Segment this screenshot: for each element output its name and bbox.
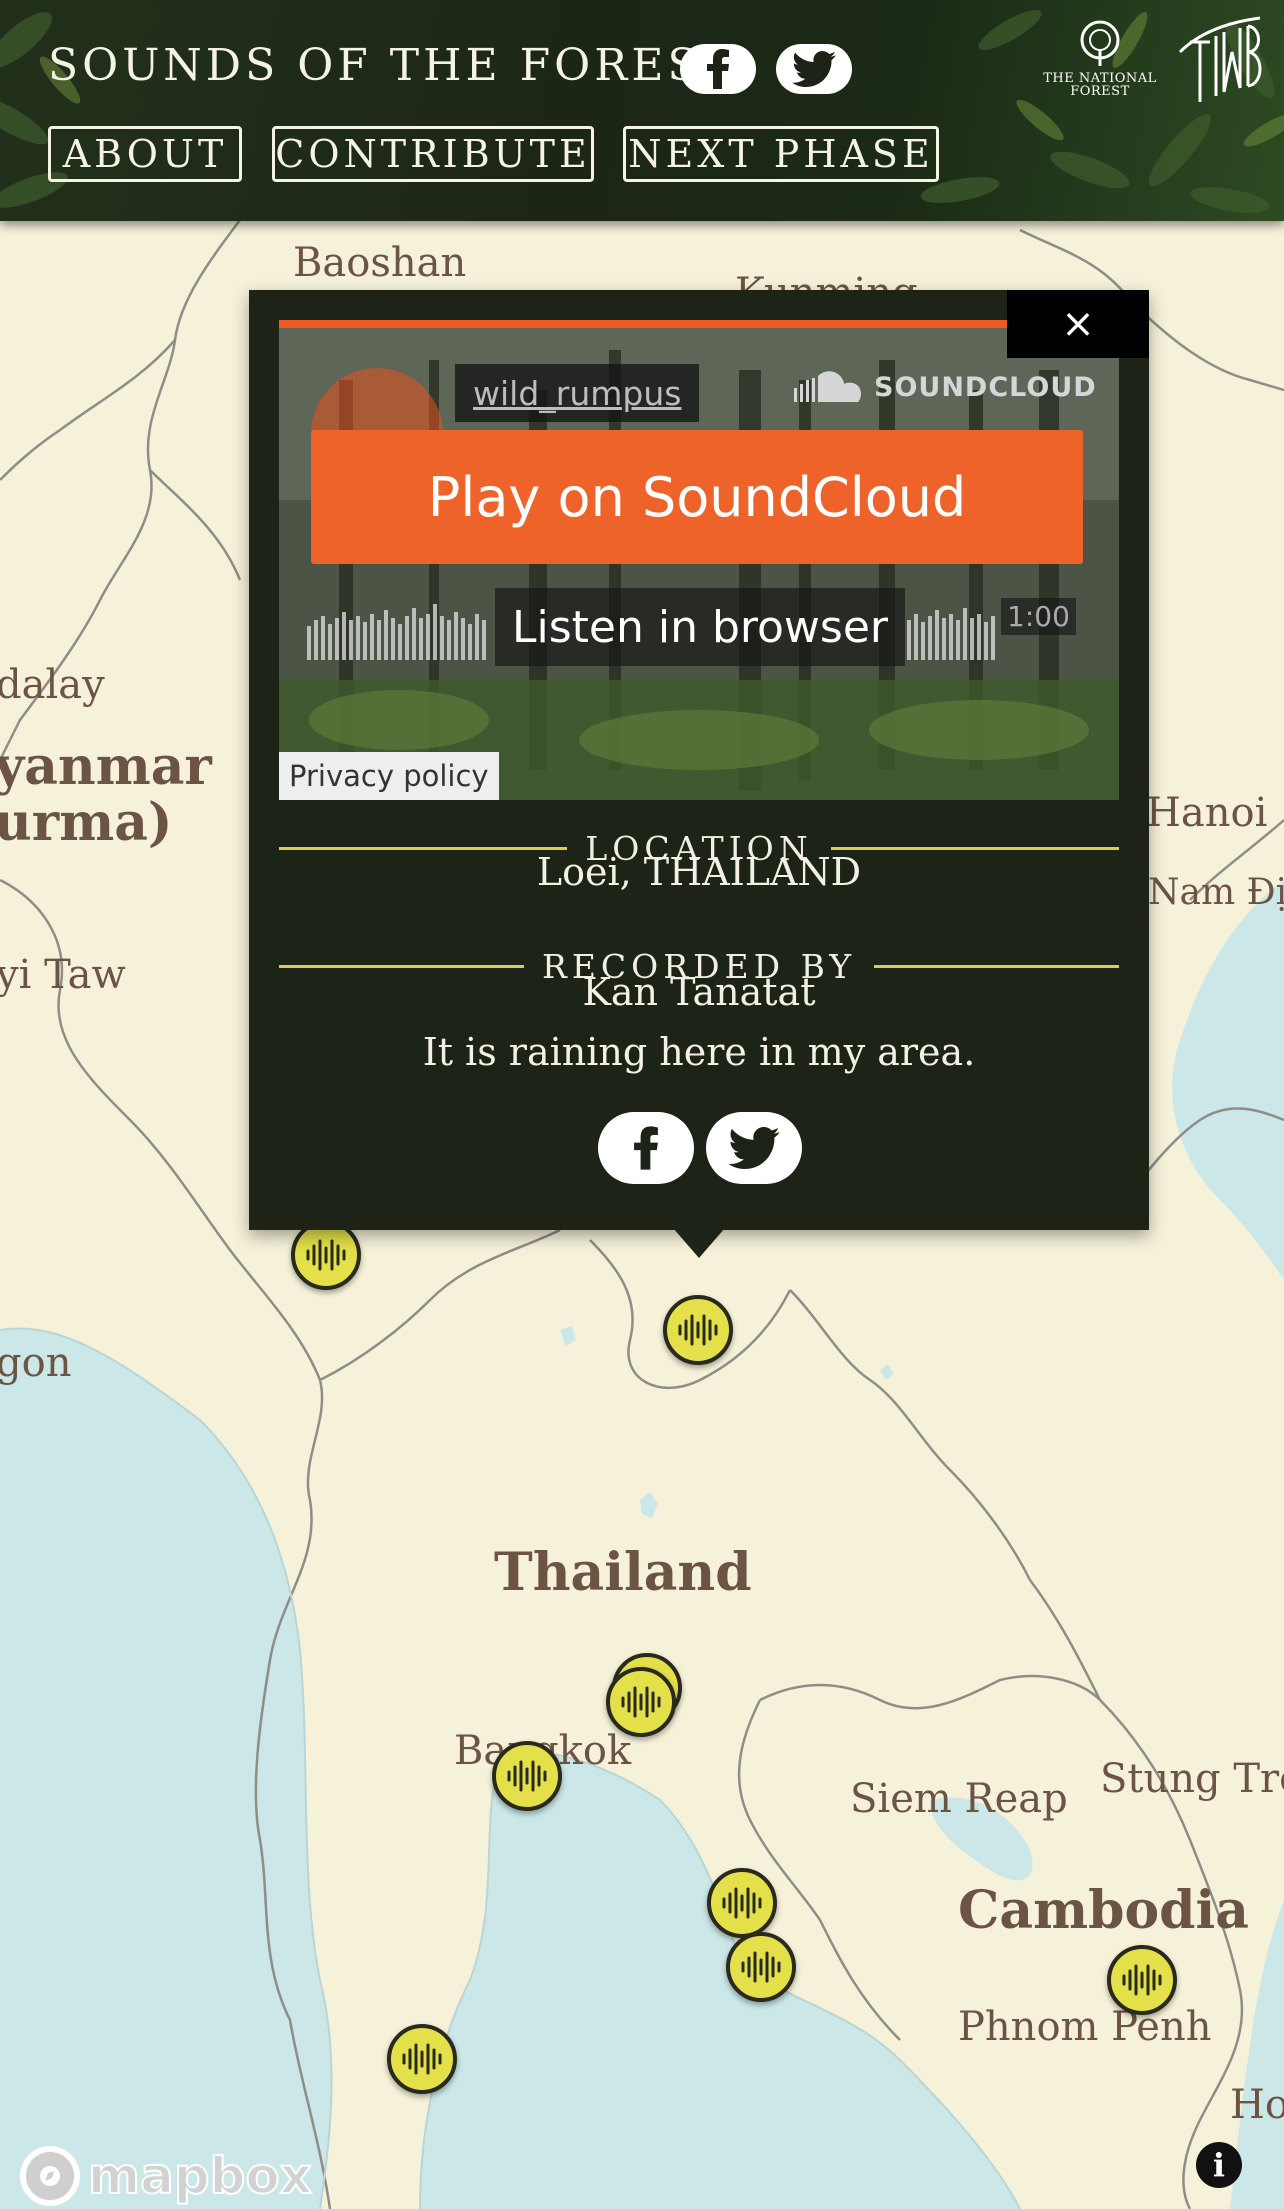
soundcloud-cloud-icon bbox=[794, 371, 861, 402]
map-label-thailand: Thailand bbox=[494, 1542, 752, 1603]
popup-facebook-share-button[interactable] bbox=[598, 1112, 694, 1184]
divider-line bbox=[279, 964, 524, 968]
listen-in-browser-button[interactable]: Listen in browser bbox=[495, 588, 905, 666]
divider-line bbox=[874, 964, 1120, 968]
recorded-by-value: Kan Tanatat bbox=[582, 970, 816, 1014]
close-popup-button[interactable]: × bbox=[1007, 290, 1149, 358]
twitter-icon bbox=[792, 51, 836, 87]
header-facebook-button[interactable] bbox=[680, 44, 756, 94]
map-label-nam-dinh: Nam Định bbox=[1148, 872, 1284, 913]
map-label-mandalay: dalay bbox=[0, 662, 105, 708]
sound-popup: wild_rumpus SOUNDCLOUD Play on SoundClou… bbox=[249, 290, 1149, 1230]
map-label-stung-treng: Stung Treng bbox=[1100, 1756, 1284, 1802]
waveform-icon bbox=[507, 1760, 547, 1792]
info-button[interactable]: i bbox=[1196, 2142, 1242, 2188]
national-forest-logo[interactable]: THE NATIONAL FOREST bbox=[1040, 20, 1160, 100]
twitter-icon bbox=[728, 1127, 780, 1169]
map-label-burma: urma) bbox=[0, 792, 173, 853]
site-title[interactable]: SOUNDS OF THE FOREST bbox=[48, 40, 735, 91]
nav-about-button[interactable]: ABOUT bbox=[48, 126, 242, 182]
mapbox-icon bbox=[20, 2146, 80, 2206]
sound-marker[interactable] bbox=[387, 2024, 457, 2094]
soundcloud-progress-bar bbox=[279, 320, 1007, 328]
sound-marker[interactable] bbox=[726, 1932, 796, 2002]
map-label-nay-pyi-taw: yi Taw bbox=[0, 952, 126, 998]
location-value: Loei, THAILAND bbox=[536, 850, 862, 894]
waveform-icon bbox=[722, 1887, 762, 1919]
sound-marker[interactable] bbox=[707, 1868, 777, 1938]
soundcloud-embed[interactable]: wild_rumpus SOUNDCLOUD Play on SoundClou… bbox=[279, 320, 1119, 800]
sound-marker-selected[interactable] bbox=[663, 1295, 733, 1365]
waveform-icon bbox=[741, 1951, 781, 1983]
map-label-hanoi: Hanoi bbox=[1146, 790, 1268, 836]
mapbox-logo[interactable]: mapbox bbox=[20, 2146, 313, 2206]
timber-logo[interactable] bbox=[1170, 12, 1270, 112]
soundcloud-username-link[interactable]: wild_rumpus bbox=[455, 364, 700, 422]
facebook-icon bbox=[634, 1126, 658, 1170]
map-label-myanmar: yanmar bbox=[0, 736, 212, 797]
play-on-soundcloud-button[interactable]: Play on SoundCloud bbox=[311, 430, 1083, 564]
waveform-icon bbox=[306, 1239, 346, 1271]
sound-description: It is raining here in my area. bbox=[422, 1030, 976, 1074]
nav-contribute-button[interactable]: CONTRIBUTE bbox=[272, 126, 594, 182]
map-label-siem-reap: Siem Reap bbox=[850, 1776, 1068, 1822]
waveform-icon bbox=[402, 2043, 442, 2075]
soundcloud-brand-text: SOUNDCLOUD bbox=[874, 371, 1097, 403]
tree-icon bbox=[1080, 20, 1120, 66]
sound-marker[interactable] bbox=[291, 1220, 361, 1290]
sound-marker[interactable] bbox=[1107, 1945, 1177, 2015]
popup-twitter-share-button[interactable] bbox=[706, 1112, 802, 1184]
header-twitter-button[interactable] bbox=[776, 44, 852, 94]
popup-pointer bbox=[673, 1228, 725, 1258]
nav-next-phase-button[interactable]: NEXT PHASE bbox=[623, 126, 939, 182]
mapbox-wordmark: mapbox bbox=[87, 2146, 313, 2206]
waveform-icon bbox=[621, 1686, 661, 1718]
map-label-yangon: gon bbox=[0, 1340, 72, 1386]
map-label-cambodia: Cambodia bbox=[958, 1880, 1249, 1941]
waveform-icon bbox=[678, 1314, 718, 1346]
map-label-phnom-penh: Phnom Penh bbox=[958, 2004, 1212, 2050]
map-label-baoshan: Baoshan bbox=[293, 240, 467, 286]
facebook-icon bbox=[707, 49, 729, 89]
sound-marker[interactable] bbox=[606, 1667, 676, 1737]
sound-marker[interactable] bbox=[492, 1741, 562, 1811]
site-header: SOUNDS OF THE FOREST ABOUT CONTRIBUTE NE… bbox=[0, 0, 1284, 221]
waveform-icon bbox=[1122, 1964, 1162, 1996]
privacy-policy-link[interactable]: Privacy policy bbox=[279, 752, 499, 800]
map-label-ho-chi-minh: Ho Chi Minh bbox=[1230, 2082, 1284, 2128]
track-duration: 1:00 bbox=[1001, 598, 1076, 635]
national-forest-logo-text: THE NATIONAL FOREST bbox=[1043, 71, 1157, 99]
soundcloud-logo[interactable]: SOUNDCLOUD bbox=[794, 370, 1097, 404]
